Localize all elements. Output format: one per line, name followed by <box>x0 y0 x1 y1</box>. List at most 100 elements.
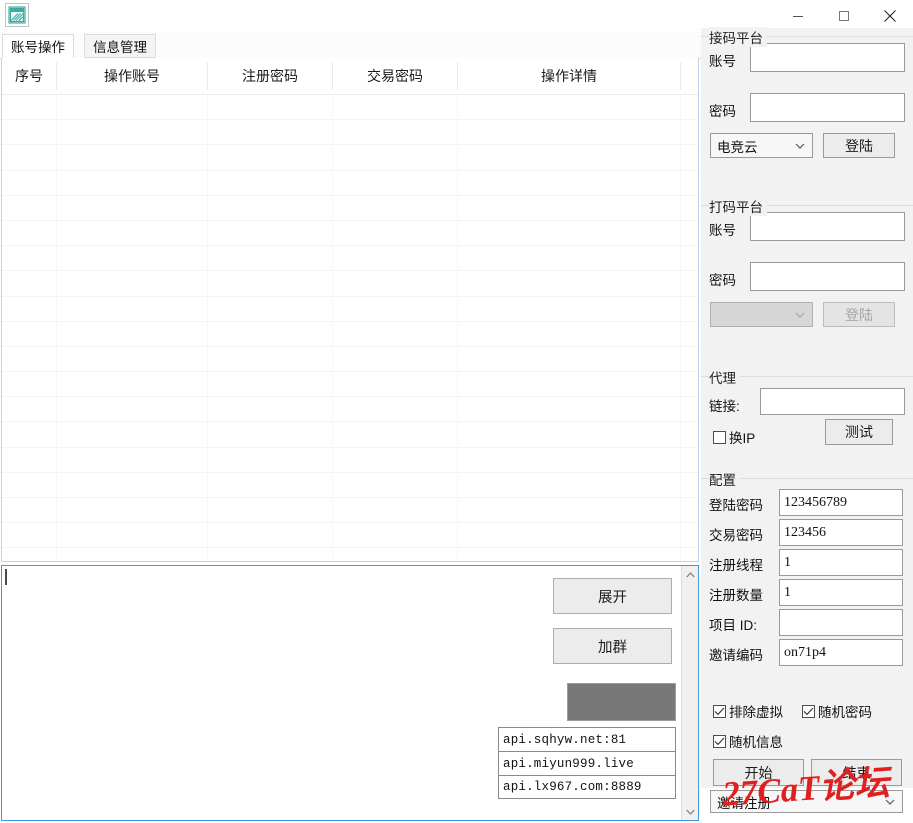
sms-account-input[interactable] <box>750 43 905 72</box>
cell-divider <box>680 120 681 144</box>
table-body[interactable] <box>2 95 698 562</box>
captcha-password-label: 密码 <box>709 269 736 289</box>
tab-strip: 账号操作 信息管理 <box>0 32 701 59</box>
start-button[interactable]: 开始 <box>713 759 804 786</box>
table-row[interactable] <box>2 297 698 322</box>
registration-mode-select[interactable]: 邀请注册 <box>710 790 903 813</box>
captcha-login-button[interactable]: 登陆 <box>823 302 895 327</box>
join-group-button[interactable]: 加群 <box>553 628 672 664</box>
cell-divider <box>680 171 681 195</box>
expand-button[interactable]: 展开 <box>553 578 672 614</box>
config-login-password-input[interactable]: 123456789 <box>779 489 903 516</box>
cell-divider <box>332 397 333 421</box>
cell-divider <box>56 196 57 220</box>
cell-divider <box>207 246 208 270</box>
sms-provider-select[interactable]: 电竞云 <box>710 133 813 158</box>
cell-divider <box>457 171 458 195</box>
api-endpoint-item[interactable]: api.lx967.com:8889 <box>498 775 676 799</box>
cell-divider <box>680 498 681 522</box>
cell-divider <box>457 473 458 497</box>
table-row[interactable] <box>2 271 698 296</box>
proxy-test-button[interactable]: 测试 <box>825 419 893 445</box>
column-header-trade-password[interactable]: 交易密码 <box>333 58 457 94</box>
captcha-provider-select[interactable] <box>710 302 813 327</box>
sms-platform-group: 接码平台 账号 密码 电竞云 登陆 <box>701 28 913 206</box>
config-project-id-label: 项目 ID: <box>709 614 757 634</box>
table-header-row: 序号 操作账号 注册密码 交易密码 操作详情 <box>2 58 698 95</box>
table-row[interactable] <box>2 473 698 498</box>
scroll-down-arrow[interactable] <box>682 803 699 820</box>
column-header-reg-password[interactable]: 注册密码 <box>208 58 332 94</box>
column-header-account[interactable]: 操作账号 <box>57 58 207 94</box>
config-invite-code-input[interactable]: on71p4 <box>779 639 903 666</box>
cell-divider <box>207 473 208 497</box>
stop-button[interactable]: 结束 <box>811 759 902 786</box>
cell-divider <box>457 246 458 270</box>
scroll-up-arrow[interactable] <box>682 566 699 583</box>
cell-divider <box>332 372 333 396</box>
config-login-password-label: 登陆密码 <box>709 494 763 514</box>
cell-divider <box>207 221 208 245</box>
sms-login-button[interactable]: 登陆 <box>823 133 895 158</box>
table-row[interactable] <box>2 448 698 473</box>
table-row[interactable] <box>2 372 698 397</box>
column-header-index[interactable]: 序号 <box>2 58 56 94</box>
config-register-count-input[interactable]: 1 <box>779 579 903 606</box>
registration-mode-value: 邀请注册 <box>717 792 771 812</box>
cell-divider <box>207 95 208 119</box>
checkbox-box <box>713 735 726 748</box>
log-panel-scrollbar[interactable] <box>681 566 698 820</box>
cell-divider <box>332 548 333 562</box>
config-project-id-input[interactable] <box>779 609 903 636</box>
column-header-details[interactable]: 操作详情 <box>458 58 680 94</box>
cell-divider <box>332 448 333 472</box>
proxy-link-input[interactable] <box>760 388 905 415</box>
captcha-account-input[interactable] <box>750 212 905 241</box>
text-caret <box>5 569 7 585</box>
cell-divider <box>332 473 333 497</box>
table-row[interactable] <box>2 347 698 372</box>
exclude-virtual-label: 排除虚拟 <box>729 701 783 721</box>
cell-divider <box>56 95 57 119</box>
cell-divider <box>207 145 208 169</box>
table-row[interactable] <box>2 548 698 562</box>
exclude-virtual-checkbox[interactable]: 排除虚拟 <box>713 701 783 721</box>
table-row[interactable] <box>2 196 698 221</box>
table-row[interactable] <box>2 498 698 523</box>
captcha-platform-title: 打码平台 <box>709 196 767 216</box>
log-output-panel[interactable]: 展开 加群 api.sqhyw.net:81api.miyun999.livea… <box>1 565 699 821</box>
proxy-link-label: 链接: <box>709 395 740 415</box>
change-ip-checkbox[interactable]: 换IP <box>713 427 755 447</box>
tab-account-operations[interactable]: 账号操作 <box>2 34 74 58</box>
sms-login-label: 登陆 <box>845 136 873 156</box>
sms-password-input[interactable] <box>750 93 905 122</box>
cell-divider <box>680 145 681 169</box>
api-endpoint-item[interactable]: api.miyun999.live <box>498 751 676 775</box>
api-endpoint-item[interactable]: api.sqhyw.net:81 <box>498 727 676 751</box>
config-trade-password-input[interactable]: 123456 <box>779 519 903 546</box>
cell-divider <box>680 523 681 547</box>
cell-divider <box>56 322 57 346</box>
table-row[interactable] <box>2 246 698 271</box>
captcha-password-input[interactable] <box>750 262 905 291</box>
table-row[interactable] <box>2 523 698 548</box>
accounts-table[interactable]: 序号 操作账号 注册密码 交易密码 操作详情 <box>1 58 699 562</box>
tab-info-management[interactable]: 信息管理 <box>84 34 156 58</box>
random-password-checkbox[interactable]: 随机密码 <box>802 701 872 721</box>
left-pane: 账号操作 信息管理 序号 操作账号 注册密码 交易密码 操作详情 <box>0 32 701 823</box>
table-row[interactable] <box>2 145 698 170</box>
table-row[interactable] <box>2 171 698 196</box>
table-row[interactable] <box>2 397 698 422</box>
random-info-checkbox[interactable]: 随机信息 <box>713 731 783 751</box>
table-row[interactable] <box>2 322 698 347</box>
table-row[interactable] <box>2 221 698 246</box>
table-row[interactable] <box>2 120 698 145</box>
cell-divider <box>207 548 208 562</box>
api-endpoint-list[interactable]: api.sqhyw.net:81api.miyun999.liveapi.lx9… <box>498 727 676 799</box>
table-row[interactable] <box>2 95 698 120</box>
table-row[interactable] <box>2 422 698 447</box>
random-info-label: 随机信息 <box>729 731 783 751</box>
captcha-account-label: 账号 <box>709 219 736 239</box>
cell-divider <box>56 221 57 245</box>
config-register-threads-input[interactable]: 1 <box>779 549 903 576</box>
